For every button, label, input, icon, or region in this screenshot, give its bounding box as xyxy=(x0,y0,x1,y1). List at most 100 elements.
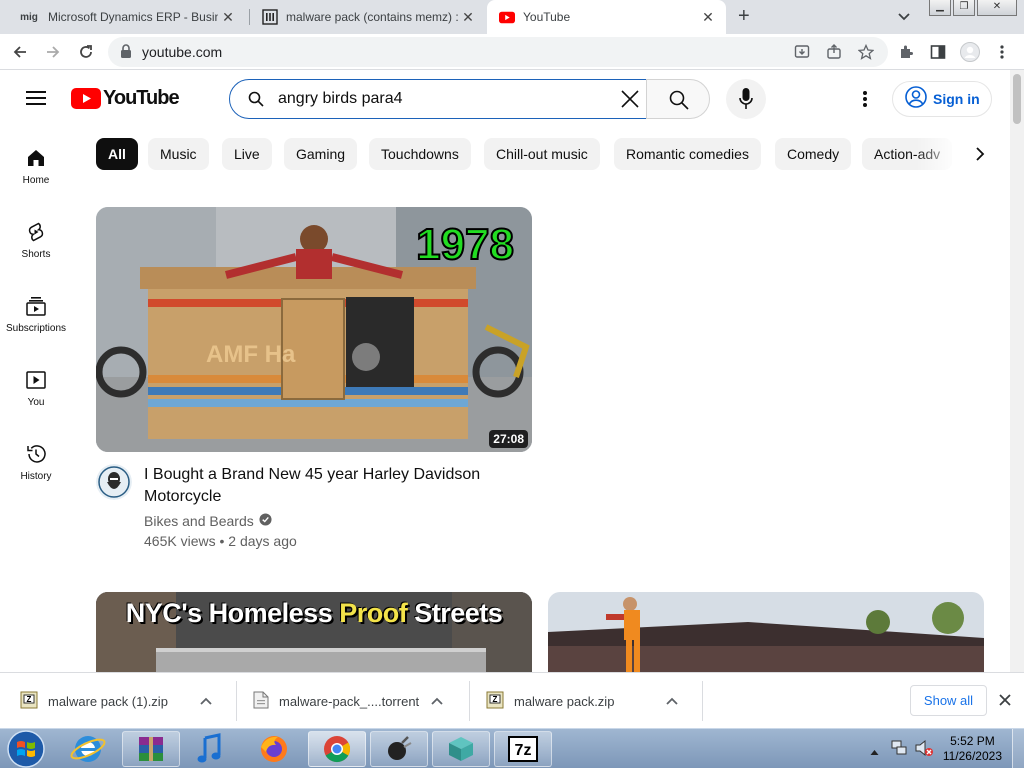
close-tab-icon[interactable]: ✕ xyxy=(220,9,236,25)
youtube-masthead: YouTube angry birds para4 Sign in xyxy=(0,70,1010,126)
shorts-icon xyxy=(28,222,44,242)
close-window-button[interactable]: ✕ xyxy=(977,0,1017,16)
sidebar-item-subscriptions[interactable]: Subscriptions xyxy=(0,295,72,334)
install-app-icon[interactable] xyxy=(792,42,812,62)
account-icon xyxy=(905,85,927,113)
chip-next-arrow-icon[interactable] xyxy=(966,138,994,170)
back-icon[interactable] xyxy=(10,42,30,62)
restore-window-button[interactable]: ❐ xyxy=(953,0,975,16)
download-options-chevron-icon[interactable] xyxy=(431,694,443,708)
scrollbar-thumb[interactable] xyxy=(1013,74,1021,124)
tab-malware-pack[interactable]: malware pack (contains memz) : ✕ xyxy=(250,0,486,34)
chip-touchdowns[interactable]: Touchdowns xyxy=(369,138,471,170)
close-tab-icon[interactable]: ✕ xyxy=(460,9,476,25)
guide-menu-icon[interactable] xyxy=(26,90,46,111)
zip-file-icon: Z xyxy=(486,691,504,712)
tab-title: YouTube xyxy=(523,10,571,24)
system-clock[interactable]: 5:52 PM 11/26/2023 xyxy=(943,734,1002,764)
extensions-icon[interactable] xyxy=(896,42,916,62)
channel-name[interactable]: Bikes and Beards xyxy=(144,513,272,529)
download-bar: Z malware pack (1).zip malware-pack_....… xyxy=(0,672,1024,728)
you-icon xyxy=(26,371,46,389)
museum-icon xyxy=(262,9,278,25)
headline-part: Streets xyxy=(407,598,503,628)
svg-text:Z: Z xyxy=(27,695,32,704)
network-icon[interactable] xyxy=(890,739,908,762)
start-button[interactable] xyxy=(6,730,46,768)
taskbar-app-button[interactable] xyxy=(432,731,490,767)
download-filename: malware pack (1).zip xyxy=(48,693,168,709)
internet-explorer-icon[interactable] xyxy=(68,732,108,771)
sidebar-item-home[interactable]: Home xyxy=(0,147,72,186)
video-thumbnail[interactable]: NYC's Homeless Proof Streets xyxy=(96,592,532,672)
windows-taskbar: 7z 5:52 PM 11/26/2023 xyxy=(0,728,1024,771)
browser-menu-icon[interactable] xyxy=(992,42,1012,62)
video-thumbnail[interactable] xyxy=(548,592,984,672)
volume-muted-icon[interactable] xyxy=(914,739,934,762)
side-panel-icon[interactable] xyxy=(928,42,948,62)
bookmark-star-icon[interactable] xyxy=(856,42,876,62)
download-item[interactable]: Z malware pack (1).zip xyxy=(20,673,235,729)
taskbar-7zip-button[interactable]: 7z xyxy=(494,731,552,767)
download-item[interactable]: malware-pack_....torrent xyxy=(253,673,468,729)
new-tab-button[interactable]: + xyxy=(738,6,750,26)
show-all-downloads-button[interactable]: Show all xyxy=(910,685,987,716)
youtube-logo[interactable]: YouTube xyxy=(71,87,180,110)
sidebar-item-shorts[interactable]: Shorts xyxy=(0,221,72,260)
download-options-chevron-icon[interactable] xyxy=(666,694,678,708)
sidebar-item-you[interactable]: You xyxy=(0,369,72,408)
show-desktop-button[interactable] xyxy=(1012,729,1024,769)
chip-live[interactable]: Live xyxy=(222,138,272,170)
chip-chill-out-music[interactable]: Chill-out music xyxy=(484,138,600,170)
download-options-chevron-icon[interactable] xyxy=(200,694,212,708)
video-thumbnail[interactable]: AMF Ha 1978 27:08 xyxy=(96,207,532,452)
sidebar-item-history[interactable]: History xyxy=(0,443,72,482)
chip-gaming[interactable]: Gaming xyxy=(284,138,358,170)
minimize-window-button[interactable]: ▁ xyxy=(929,0,951,16)
tab-dynamics-erp[interactable]: mig Microsoft Dynamics ERP - Busine ✕ xyxy=(6,0,246,34)
video-duration: 27:08 xyxy=(489,430,528,448)
channel-avatar[interactable] xyxy=(96,464,132,500)
taskbar-winrar-button[interactable] xyxy=(122,731,180,767)
chip-music[interactable]: Music xyxy=(148,138,209,170)
search-input[interactable]: angry birds para4 xyxy=(278,90,403,108)
video-title[interactable]: I Bought a Brand New 45 year Harley Davi… xyxy=(144,464,524,508)
itunes-icon[interactable] xyxy=(190,732,230,771)
sign-in-button[interactable]: Sign in xyxy=(892,81,992,117)
lock-icon[interactable] xyxy=(120,44,132,64)
voice-search-button[interactable] xyxy=(726,79,766,119)
download-item[interactable]: Z malware pack.zip xyxy=(486,673,701,729)
profile-avatar-icon[interactable] xyxy=(960,42,980,62)
sidebar-item-label: Subscriptions xyxy=(5,323,67,334)
search-button[interactable] xyxy=(646,79,710,119)
close-tab-icon[interactable]: ✕ xyxy=(700,9,716,25)
winrar-icon xyxy=(139,737,163,761)
chip-romantic-comedies[interactable]: Romantic comedies xyxy=(614,138,761,170)
chip-comedy[interactable]: Comedy xyxy=(775,138,852,170)
channel-name-text: Bikes and Beards xyxy=(144,513,254,529)
search-icon xyxy=(248,91,264,112)
address-bar[interactable]: youtube.com xyxy=(108,37,888,67)
show-hidden-icons-icon[interactable] xyxy=(870,743,879,761)
close-download-bar-icon[interactable] xyxy=(998,693,1012,712)
forward-icon[interactable] xyxy=(43,42,63,62)
download-filename: malware pack.zip xyxy=(514,693,615,709)
clear-search-icon[interactable] xyxy=(620,89,640,114)
taskbar-chrome-button[interactable] xyxy=(308,731,366,767)
settings-menu-icon[interactable] xyxy=(863,90,867,113)
firefox-icon[interactable] xyxy=(254,732,294,771)
home-icon xyxy=(28,150,44,166)
reload-icon[interactable] xyxy=(76,42,96,62)
bomb-app-icon xyxy=(388,736,412,760)
taskbar-app-button[interactable] xyxy=(370,731,428,767)
tab-search-chevron-icon[interactable] xyxy=(898,10,910,24)
svg-text:7z: 7z xyxy=(515,742,532,759)
share-icon[interactable] xyxy=(824,42,844,62)
tab-youtube[interactable]: YouTube ✕ xyxy=(487,0,726,34)
chip-all[interactable]: All xyxy=(96,138,138,170)
sidebar-item-label: Shorts xyxy=(21,249,51,260)
page-scrollbar[interactable] xyxy=(1010,70,1024,672)
search-box[interactable]: angry birds para4 xyxy=(229,79,647,119)
7zip-icon: 7z xyxy=(508,736,538,762)
search-icon xyxy=(669,90,689,115)
